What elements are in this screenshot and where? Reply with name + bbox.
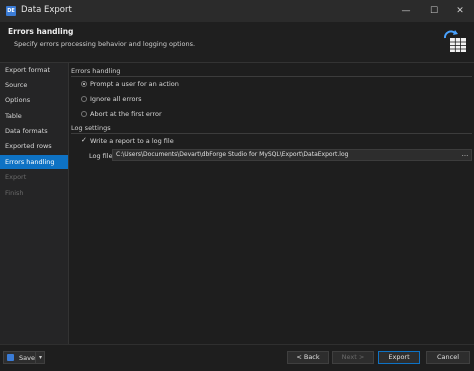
cancel-button[interactable]: Cancel <box>426 351 470 364</box>
page-subtitle: Specify errors processing behavior and l… <box>14 40 196 48</box>
sidebar-item-data-formats[interactable]: Data formats <box>0 124 68 138</box>
minimize-button[interactable]: — <box>392 0 420 22</box>
errors-section-title: Errors handling <box>71 67 121 75</box>
save-icon <box>7 354 14 361</box>
page-title: Errors handling <box>8 27 74 36</box>
ignore-errors-radio[interactable] <box>81 96 87 102</box>
export-table-icon <box>444 30 466 52</box>
sidebar-item-export-format[interactable]: Export format <box>0 63 68 77</box>
window-title: Data Export <box>21 5 72 15</box>
save-dropdown-icon[interactable]: ▾ <box>35 351 45 364</box>
save-button[interactable]: Save <box>19 354 35 362</box>
sidebar-item-exported-rows[interactable]: Exported rows <box>0 139 68 153</box>
abort-first-error-radio[interactable] <box>81 111 87 117</box>
prompt-user-label[interactable]: Prompt a user for an action <box>90 80 179 88</box>
log-file-label: Log file: <box>89 152 115 160</box>
log-section-title: Log settings <box>71 124 111 132</box>
ignore-errors-label[interactable]: Ignore all errors <box>90 95 142 103</box>
log-file-input[interactable]: C:\Users\Documents\Devart\dbForge Studio… <box>112 149 472 161</box>
sidebar-item-export: Export <box>5 173 27 181</box>
sidebar-item-table[interactable]: Table <box>0 109 68 123</box>
sidebar-item-errors-handling[interactable]: Errors handling <box>0 155 68 169</box>
section-divider <box>71 133 472 134</box>
section-divider <box>71 76 472 77</box>
maximize-button[interactable]: ☐ <box>420 0 448 22</box>
write-report-label[interactable]: Write a report to a log file <box>90 137 174 145</box>
export-button[interactable]: Export <box>378 351 420 364</box>
next-button: Next > <box>332 351 374 364</box>
sidebar-item-finish: Finish <box>5 189 24 197</box>
app-icon: DE <box>6 6 16 16</box>
close-button[interactable]: ✕ <box>446 0 474 22</box>
prompt-user-radio[interactable] <box>81 81 87 87</box>
write-report-checkbox[interactable]: ✓ <box>81 136 87 144</box>
browse-log-file-button[interactable]: ... <box>459 150 471 160</box>
sidebar-item-options[interactable]: Options <box>0 93 68 107</box>
abort-first-error-label[interactable]: Abort at the first error <box>90 110 162 118</box>
sidebar-item-source[interactable]: Source <box>0 78 68 92</box>
back-button[interactable]: < Back <box>287 351 329 364</box>
